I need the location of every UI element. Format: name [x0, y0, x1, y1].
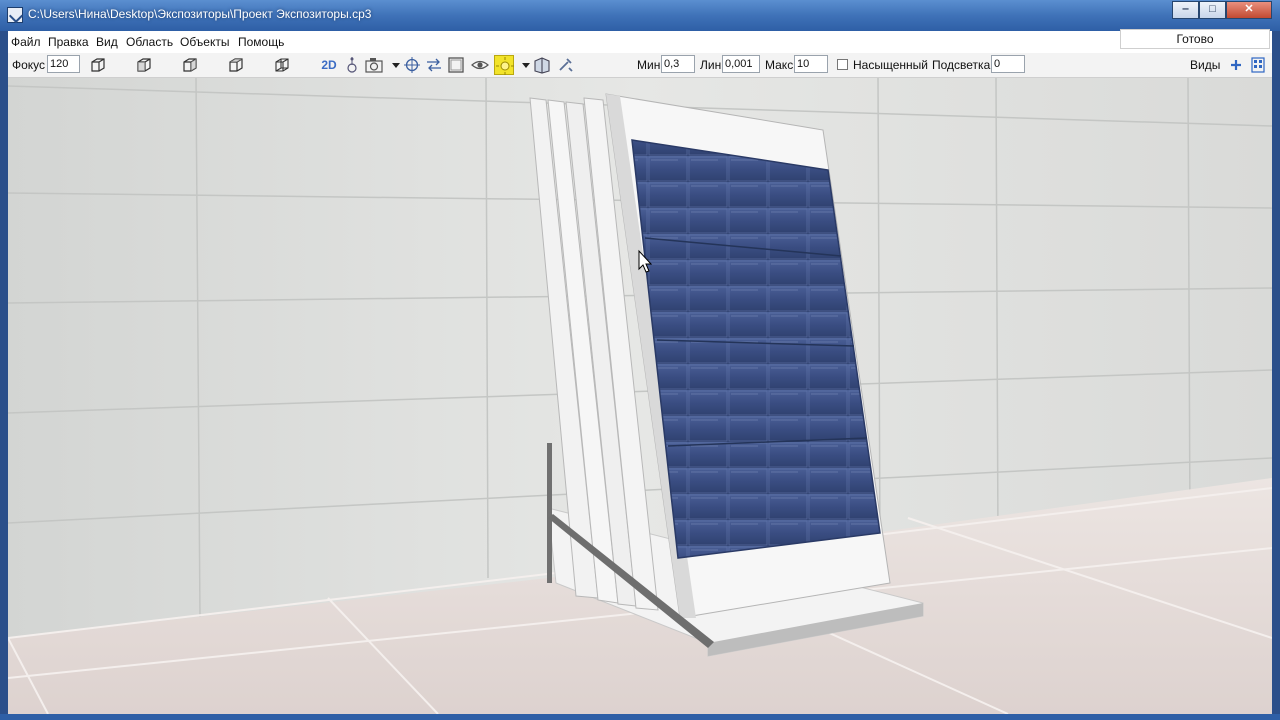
max-input[interactable]: 10 — [794, 55, 828, 73]
cube-view-3-icon[interactable] — [180, 55, 200, 75]
crosshair-icon[interactable] — [402, 55, 422, 75]
status-text: Готово — [1120, 29, 1270, 49]
menu-objects[interactable]: Объекты — [180, 35, 230, 49]
sun-icon[interactable] — [494, 55, 514, 75]
focus-label: Фокус — [12, 58, 46, 72]
menu-view[interactable]: Вид — [96, 35, 118, 49]
eye-icon[interactable] — [470, 55, 490, 75]
3d-viewport[interactable] — [8, 78, 1272, 714]
minimize-button[interactable]: ‒ — [1172, 1, 1199, 19]
saturated-checkbox[interactable] — [837, 59, 848, 70]
min-label: Мин — [637, 58, 661, 72]
saturated-label: Насыщенный — [853, 58, 928, 72]
menu-edit[interactable]: Правка — [48, 35, 89, 49]
menu-help[interactable]: Помощь — [238, 35, 284, 49]
window-bottom-border — [0, 714, 1280, 720]
box-open-icon[interactable] — [532, 55, 552, 75]
menu-area[interactable]: Область — [126, 35, 173, 49]
menu-bar: Файл Правка Вид Область Объекты Помощь Г… — [8, 29, 1272, 54]
cube-view-1-icon[interactable] — [88, 55, 108, 75]
views-label: Виды — [1190, 58, 1221, 72]
plus-icon[interactable] — [1226, 55, 1246, 75]
pendulum-icon[interactable] — [342, 55, 362, 75]
cube-view-2-icon[interactable] — [134, 55, 154, 75]
window-title: C:\Users\Нина\Desktop\Экспозиторы\Проект… — [28, 7, 372, 21]
highlight-input[interactable]: 0 — [991, 55, 1025, 73]
min-input[interactable]: 0,3 — [661, 55, 695, 73]
focus-input[interactable]: 120 — [47, 55, 80, 73]
cube-view-5-icon[interactable] — [272, 55, 292, 75]
views-panel-icon[interactable] — [1248, 55, 1268, 75]
mode-2d-button[interactable]: 2D — [318, 55, 340, 75]
menu-file[interactable]: Файл — [11, 35, 41, 49]
dropdown-arrow-icon[interactable] — [386, 55, 400, 75]
title-bar: C:\Users\Нина\Desktop\Экспозиторы\Проект… — [0, 0, 1280, 31]
max-label: Макс — [765, 58, 794, 72]
app-icon[interactable] — [7, 7, 23, 23]
tools-icon[interactable] — [556, 55, 576, 75]
lin-label: Лин — [700, 58, 722, 72]
close-button[interactable]: ✕ — [1226, 1, 1272, 19]
swap-arrows-icon[interactable] — [424, 55, 444, 75]
maximize-button[interactable]: □ — [1199, 1, 1226, 19]
highlight-label: Подсветка — [932, 58, 991, 72]
dropdown-arrow-icon[interactable] — [516, 55, 530, 75]
cube-view-4-icon[interactable] — [226, 55, 246, 75]
camera-icon[interactable] — [364, 55, 384, 75]
frame-icon[interactable] — [446, 55, 466, 75]
lin-input[interactable]: 0,001 — [722, 55, 760, 73]
toolbar: Фокус 120 2D Мин 0,3 Лин 0,001 Макс 10 Н… — [8, 53, 1272, 78]
